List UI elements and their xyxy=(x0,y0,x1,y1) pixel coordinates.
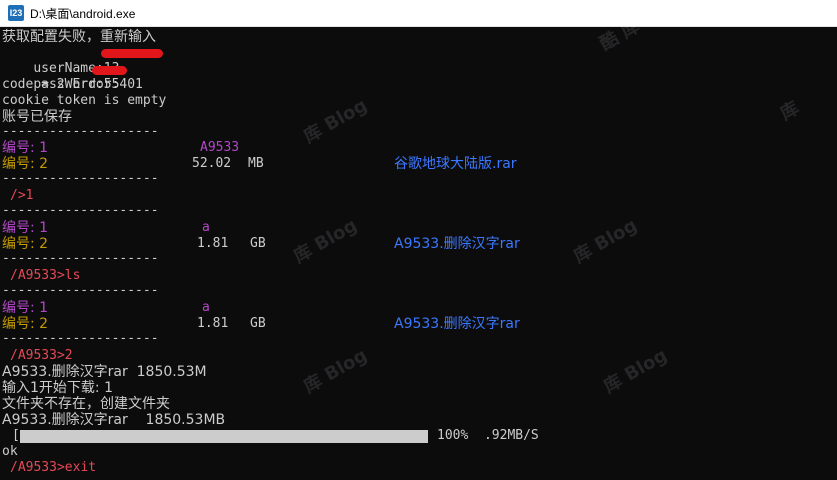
console-app-icon: I23 xyxy=(8,5,24,21)
watermark: 库 xyxy=(776,97,803,125)
prompt-line: />1 xyxy=(10,188,34,203)
console-line-username: userName:13 xyxy=(2,45,163,76)
list-item[interactable]: 编号: 1 a xyxy=(2,220,822,236)
item-unit: GB xyxy=(250,316,266,331)
item-file-name: A9533.删除汉字rar xyxy=(394,236,520,252)
item-number-label: 编号: 2 xyxy=(2,156,49,172)
item-number-label: 编号: 1 xyxy=(2,140,49,156)
item-name: a xyxy=(202,300,210,315)
list-item[interactable]: 编号: 2 1.81 GB A9533.删除汉字rar xyxy=(2,316,822,332)
separator: -------------------- xyxy=(2,171,159,186)
item-file-name: 谷歌地球大陆版.rar xyxy=(394,156,517,172)
progress-bracket: [ xyxy=(12,428,20,443)
progress-bar-fill xyxy=(20,430,428,443)
progress-status: 100% .92MB/S xyxy=(437,428,539,443)
console-output[interactable]: 酷 库 库 Blog 库 库 Blog 库 Blog 库 Blog 库 Blog… xyxy=(0,27,837,480)
separator: -------------------- xyxy=(2,283,159,298)
item-file-name: A9533.删除汉字rar xyxy=(394,316,520,332)
item-number-label: 编号: 1 xyxy=(2,300,49,316)
item-size: 1.81 xyxy=(197,316,229,331)
item-unit: GB xyxy=(250,236,266,251)
prompt-line: /A9533>ls xyxy=(10,268,81,283)
item-number-label: 编号: 2 xyxy=(2,316,49,332)
window-title: D:\桌面\android.exe xyxy=(30,6,136,21)
list-item[interactable]: 编号: 1 a xyxy=(2,300,822,316)
separator: -------------------- xyxy=(2,251,159,266)
console-line: ok xyxy=(2,444,18,459)
console-line: A9533.删除汉字rar 1850.53MB xyxy=(2,412,226,428)
download-progress: [ 100% .92MB/S xyxy=(2,428,822,444)
item-unit: MB xyxy=(248,156,264,171)
list-item[interactable]: 编号: 2 52.02 MB 谷歌地球大陆版.rar xyxy=(2,156,822,172)
item-name: a xyxy=(202,220,210,235)
redaction-mark xyxy=(92,66,127,75)
item-size: 1.81 xyxy=(197,236,229,251)
console-line-password: passWord:55 xyxy=(2,61,127,92)
console-line: 账号已保存 xyxy=(2,109,72,125)
item-number-label: 编号: 2 xyxy=(2,236,49,252)
item-name: A9533 xyxy=(200,140,240,155)
separator: -------------------- xyxy=(2,124,159,139)
console-line: 文件夹不存在，创建文件夹 xyxy=(2,396,170,412)
console-line: cookie token is empty xyxy=(2,93,167,108)
redaction-mark xyxy=(101,49,163,58)
item-size: 52.02 xyxy=(192,156,232,171)
prompt-line: /A9533>exit xyxy=(10,460,97,475)
console-line: 输入1开始下载: 1 xyxy=(2,380,113,396)
console-line: A9533.删除汉字rar 1850.53M xyxy=(2,364,207,380)
console-line: code = 2 Error:401 xyxy=(2,77,143,92)
watermark: 库 Blog xyxy=(600,344,671,398)
title-bar[interactable]: I23 D:\桌面\android.exe xyxy=(0,0,837,27)
list-item[interactable]: 编号: 1 A9533 xyxy=(2,140,822,156)
watermark: 酷 库 xyxy=(596,27,644,55)
list-item[interactable]: 编号: 2 1.81 GB A9533.删除汉字rar xyxy=(2,236,822,252)
console-line: 获取配置失败，重新输入 xyxy=(2,29,156,45)
prompt-line: /A9533>2 xyxy=(10,348,73,363)
separator: -------------------- xyxy=(2,203,159,218)
separator: -------------------- xyxy=(2,331,159,346)
watermark: 库 Blog xyxy=(300,344,371,398)
item-number-label: 编号: 1 xyxy=(2,220,49,236)
